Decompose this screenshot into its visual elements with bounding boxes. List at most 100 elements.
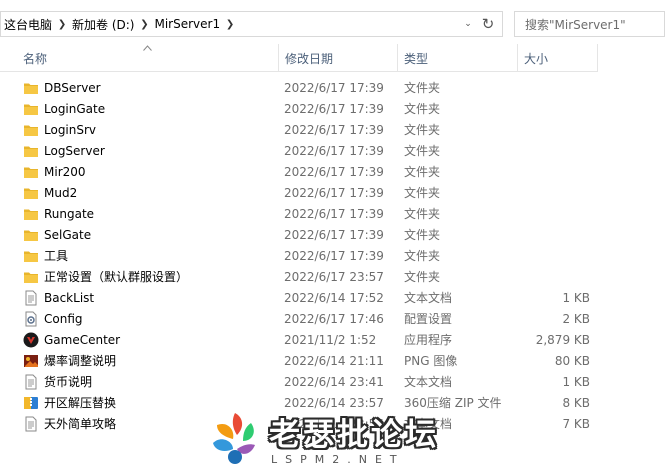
column-header-type[interactable]: 类型	[398, 44, 518, 72]
text-document-icon	[23, 416, 39, 432]
file-name: Mud2	[44, 186, 78, 200]
file-size	[520, 99, 590, 120]
folder-icon	[23, 227, 39, 243]
file-size	[520, 225, 590, 246]
file-size	[520, 246, 590, 267]
file-name: Rungate	[44, 207, 95, 221]
file-date: 2022/6/17 17:39	[284, 144, 384, 158]
file-name: DBServer	[44, 81, 101, 95]
breadcrumb: 这台电脑 ❯ 新加卷 (D:) ❯ MirServer1 ❯	[1, 12, 237, 36]
file-type: 应用程序	[404, 333, 453, 347]
watermark-subtext: LSPM2.NET	[271, 453, 405, 466]
breadcrumb-separator-icon[interactable]: ❯	[55, 19, 69, 30]
file-row[interactable]: LoginSrv 2022/6/17 17:39 文件夹	[0, 120, 665, 141]
file-size	[520, 162, 590, 183]
file-name: BackList	[44, 291, 95, 305]
file-name: 工具	[44, 249, 69, 263]
address-bar[interactable]: 这台电脑 ❯ 新加卷 (D:) ❯ MirServer1 ❯ ⌄ ↻	[0, 11, 503, 37]
file-size	[520, 204, 590, 225]
file-type: 文件夹	[404, 186, 441, 200]
game-app-icon	[23, 332, 39, 348]
file-name: SelGate	[44, 228, 92, 242]
breadcrumb-drive-d[interactable]: 新加卷 (D:)	[69, 16, 137, 33]
file-row[interactable]: Mud2 2022/6/17 17:39 文件夹	[0, 183, 665, 204]
file-row[interactable]: GameCenter 2021/11/2 1:52 应用程序 2,879 KB	[0, 330, 665, 351]
file-size: 7 KB	[562, 417, 590, 431]
file-type: 文件夹	[404, 207, 441, 221]
file-row[interactable]: 爆率调整说明 2022/6/14 21:11 PNG 图像 80 KB	[0, 351, 665, 372]
file-type: 文本文档	[404, 375, 453, 389]
file-date: 2022/6/14 21:11	[284, 354, 384, 368]
breadcrumb-this-pc[interactable]: 这台电脑	[1, 16, 55, 33]
file-date: 2022/6/17 17:39	[284, 81, 384, 95]
file-name: 天外简单攻略	[44, 417, 117, 431]
file-date: 2022/6/17 17:39	[284, 123, 384, 137]
file-size: 80 KB	[554, 354, 590, 368]
file-type: 文本文档	[404, 291, 453, 305]
file-size	[520, 78, 590, 99]
breadcrumb-mirserver1[interactable]: MirServer1	[151, 17, 223, 31]
file-size: 8 KB	[562, 396, 590, 410]
file-name: 正常设置（默认群服设置）	[44, 270, 189, 284]
file-row[interactable]: Config 2022/6/17 17:46 配置设置 2 KB	[0, 309, 665, 330]
folder-icon	[23, 206, 39, 222]
text-document-icon	[23, 290, 39, 306]
file-row[interactable]: BackList 2022/6/14 17:52 文本文档 1 KB	[0, 288, 665, 309]
file-size: 1 KB	[562, 291, 590, 305]
png-image-icon	[23, 353, 39, 369]
watermark: 老瑟批论坛 LSPM2.NET	[205, 405, 463, 471]
file-name: LoginSrv	[44, 123, 97, 137]
folder-icon	[23, 101, 39, 117]
file-type: 文件夹	[404, 165, 441, 179]
file-row[interactable]: LoginGate 2022/6/17 17:39 文件夹	[0, 99, 665, 120]
file-row[interactable]: LogServer 2022/6/17 17:39 文件夹	[0, 141, 665, 162]
file-type: 文件夹	[404, 81, 441, 95]
column-header-row: 名称 修改日期 类型 大小	[0, 44, 598, 72]
file-row[interactable]: 正常设置（默认群服设置） 2022/6/17 23:57 文件夹	[0, 267, 665, 288]
file-size	[520, 183, 590, 204]
file-date: 2022/6/17 17:39	[284, 207, 384, 221]
file-date: 2022/6/17 17:39	[284, 249, 384, 263]
config-settings-icon	[23, 311, 39, 327]
file-row[interactable]: Mir200 2022/6/17 17:39 文件夹	[0, 162, 665, 183]
file-type: 文件夹	[404, 144, 441, 158]
watermark-text: 老瑟批论坛	[269, 417, 439, 453]
file-size	[520, 267, 590, 288]
file-date: 2022/6/17 17:46	[284, 312, 384, 326]
text-document-icon	[23, 374, 39, 390]
folder-icon	[23, 185, 39, 201]
file-name: Mir200	[44, 165, 86, 179]
file-size: 2,879 KB	[535, 333, 590, 347]
file-name: LogServer	[44, 144, 105, 158]
column-header-date[interactable]: 修改日期	[279, 44, 398, 72]
breadcrumb-separator-icon[interactable]: ❯	[223, 19, 237, 30]
file-name: 爆率调整说明	[44, 354, 117, 368]
file-row[interactable]: 工具 2022/6/17 17:39 文件夹	[0, 246, 665, 267]
file-date: 2022/6/17 17:39	[284, 165, 384, 179]
column-header-name[interactable]: 名称	[17, 44, 279, 72]
refresh-icon[interactable]: ↻	[478, 12, 498, 36]
file-row[interactable]: 货币说明 2022/6/14 23:41 文本文档 1 KB	[0, 372, 665, 393]
folder-icon	[23, 122, 39, 138]
file-row[interactable]: DBServer 2022/6/17 17:39 文件夹	[0, 78, 665, 99]
file-name: 货币说明	[44, 375, 93, 389]
file-row[interactable]: Rungate 2022/6/17 17:39 文件夹	[0, 204, 665, 225]
file-size: 1 KB	[562, 375, 590, 389]
file-name: 开区解压替换	[44, 396, 117, 410]
forum-logo-icon	[213, 413, 255, 464]
chevron-down-icon[interactable]: ⌄	[460, 12, 476, 36]
file-date: 2022/6/17 23:57	[284, 270, 384, 284]
file-type: 文件夹	[404, 102, 441, 116]
folder-icon	[23, 164, 39, 180]
file-row[interactable]: SelGate 2022/6/17 17:39 文件夹	[0, 225, 665, 246]
column-header-size[interactable]: 大小	[518, 44, 598, 72]
file-date: 2022/6/17 17:39	[284, 186, 384, 200]
file-name: Config	[44, 312, 83, 326]
file-date: 2022/6/14 23:41	[284, 375, 384, 389]
folder-icon	[23, 248, 39, 264]
file-type: 配置设置	[404, 312, 453, 326]
breadcrumb-separator-icon[interactable]: ❯	[137, 19, 151, 30]
file-list: DBServer 2022/6/17 17:39 文件夹 LoginGate 2022…	[0, 78, 665, 435]
search-input[interactable]: 搜索"MirServer1"	[514, 11, 665, 37]
file-size: 2 KB	[562, 312, 590, 326]
